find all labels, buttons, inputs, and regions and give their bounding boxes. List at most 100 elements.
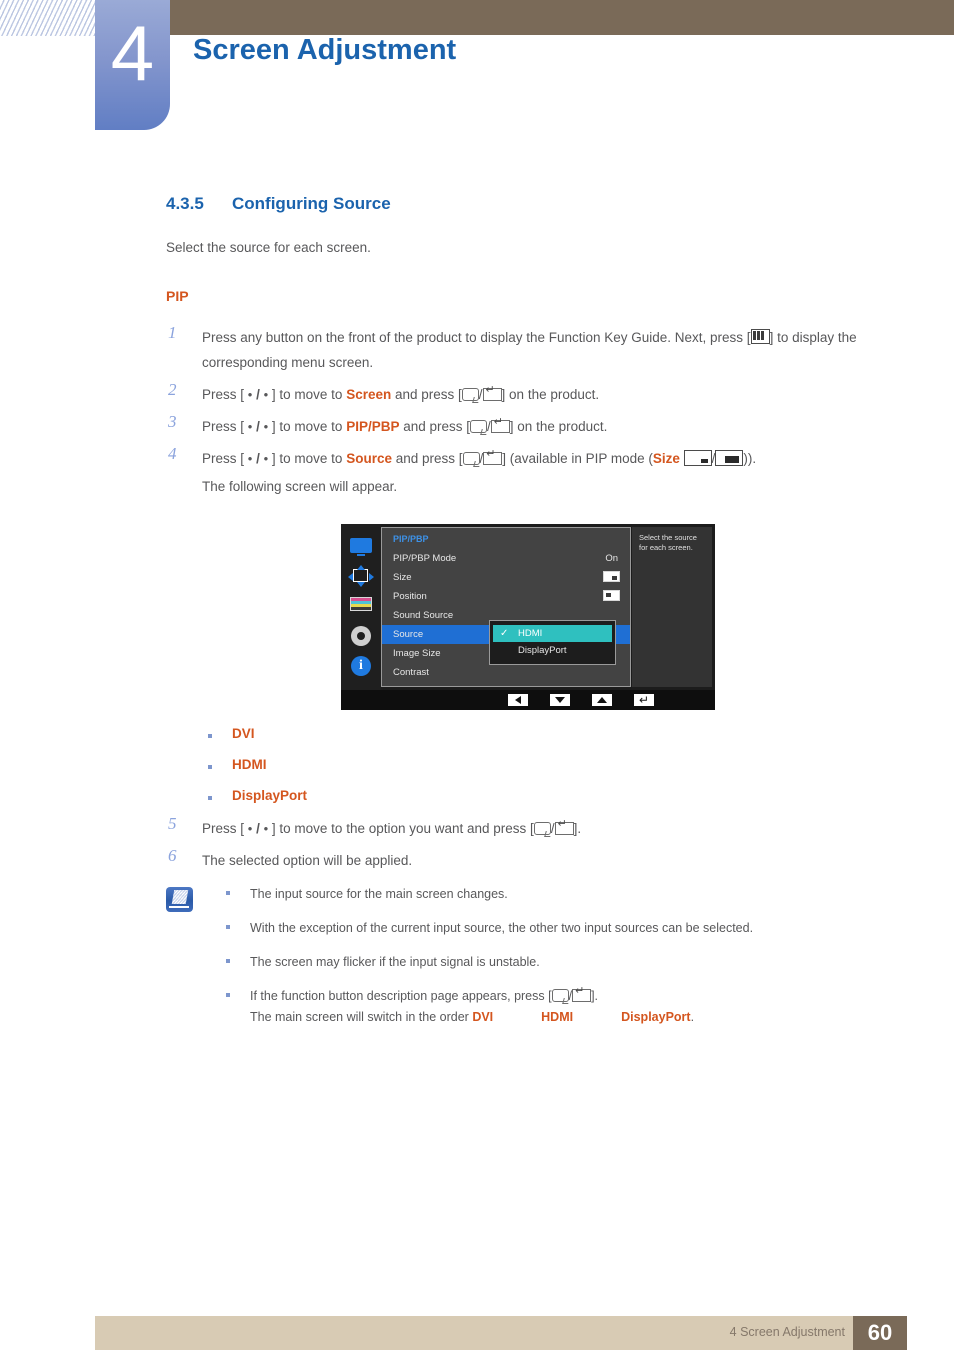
option-displayport: DisplayPort [166,788,766,819]
osd-source-submenu: ✓ HDMI DisplayPort [489,620,616,665]
step-part: ]. [573,821,582,836]
step-part: ] on the product. [509,419,608,434]
steps-list-continued: 5 Press [ • / • ] to move to the option … [166,814,896,880]
submenu-item-displayport[interactable]: DisplayPort [490,642,615,659]
step-part: and press [ [391,451,463,466]
step-part: ] on the product. [501,387,600,402]
enter-key-icon [490,417,510,433]
chapter-title: Screen Adjustment [193,34,457,66]
chapter-tab: 4 [95,0,170,130]
bullet-icon [226,993,230,997]
bullet-icon [226,959,230,963]
step-part: Press [ [202,387,248,402]
osd-row-label: Size [393,572,412,583]
step-4-subtext: The following screen will appear. [202,479,398,494]
step-text: Press [ • / • ] to move to the option yo… [202,819,582,836]
enter-key-icon [572,986,592,1002]
osd-body: i PIP/PBP PIP/PBP Mode On Size Position … [341,524,715,690]
note-text: With the exception of the current input … [250,921,754,935]
osd-screenshot: i PIP/PBP PIP/PBP Mode On Size Position … [341,524,715,710]
highlight-size: Size [652,451,680,466]
pip-position-icon[interactable] [348,563,374,589]
source-hdmi: HDMI [541,1010,574,1024]
note-text: If the function button description page … [250,986,694,1024]
step-part: ] to move to [268,387,347,402]
note-item: The screen may flicker if the input sign… [220,952,896,973]
bullet-icon [208,734,212,738]
osd-row-contrast[interactable]: Contrast [382,663,630,682]
note-icon [166,887,193,912]
bullet-icon [226,925,230,929]
option-label: HDMI [232,757,267,772]
option-hdmi: HDMI [166,757,766,788]
submenu-item-hdmi[interactable]: ✓ HDMI [493,625,612,642]
note-item-last: If the function button description page … [220,986,896,1028]
step-text: Press [ • / • ] to move to PIP/PBP and p… [202,417,608,434]
up-arrow-button[interactable] [592,694,612,706]
bullet-icon [208,765,212,769]
back-key-icon [533,822,551,835]
enter-key-icon [554,819,574,835]
page-number: 60 [853,1316,907,1350]
section-heading: 4.3.5 Configuring Source [166,194,391,214]
monitor-icon[interactable] [348,533,374,559]
osd-button-bar: ↵ [341,690,715,710]
step-1: 1 Press any button on the front of the p… [166,323,896,375]
osd-row-label: Contrast [393,667,429,678]
osd-row-value: On [605,553,618,564]
enter-button[interactable]: ↵ [634,694,654,706]
step-part: ] to move to [268,419,347,434]
highlight-screen: Screen [346,387,392,402]
osd-panel-title: PIP/PBP [393,534,429,544]
note-part: The main screen will switch in the order [250,1010,473,1024]
hatch-decoration [0,0,95,36]
footer-chapter-text: 4 Screen Adjustment [729,1325,845,1339]
down-arrow-button[interactable] [550,694,570,706]
submenu-item-label: DisplayPort [518,645,567,656]
slash-sep: / [252,821,264,836]
menu-key-icon [750,329,770,344]
steps-list: 1 Press any button on the front of the p… [166,323,896,506]
step-text-before: Press any button on the front of the pro… [202,330,751,345]
step-part: ] (available in PIP mode ( [502,451,653,466]
page-footer: 4 Screen Adjustment 60 [95,1316,907,1350]
page-header: 4 Screen Adjustment [0,0,954,140]
left-arrow-button[interactable] [508,694,528,706]
info-icon[interactable]: i [348,653,374,679]
note-item: The input source for the main screen cha… [220,884,896,905]
osd-row-label: Image Size [393,648,441,659]
step-3: 3 Press [ • / • ] to move to PIP/PBP and… [166,412,896,439]
gear-icon[interactable] [348,623,374,649]
option-label: DVI [232,726,255,741]
option-dvi: DVI [166,726,766,757]
osd-row-label: PIP/PBP Mode [393,553,457,564]
size-large-icon [715,450,744,466]
back-key-icon [470,420,488,433]
position-value-icon [603,590,620,601]
osd-row-pip-pbp-mode[interactable]: PIP/PBP Mode On [382,549,630,568]
step-part: Press [ [202,419,248,434]
header-brown-bar [170,0,954,35]
osd-row-label: Sound Source [393,610,454,621]
step-part: Press [ [202,821,248,836]
back-key-icon [462,452,480,465]
size-small-icon [683,450,712,466]
back-key-icon [551,989,569,1002]
option-label: DisplayPort [232,788,308,803]
step-number: 5 [168,814,177,833]
bullet-icon [226,891,230,895]
color-icon[interactable] [348,593,374,619]
slash-sep: / [252,387,264,402]
enter-key-icon [483,449,503,465]
subheading-pip: PIP [166,288,189,304]
note-text: The input source for the main screen cha… [250,887,508,901]
highlight-source: Source [346,451,392,466]
osd-row-position[interactable]: Position [382,587,630,606]
osd-row-size[interactable]: Size [382,568,630,587]
step-text: Press [ • / • ] to move to Source and pr… [202,449,756,466]
osd-help-text: Select the source for each screen. [632,527,712,687]
step-part: ] to move to [268,451,347,466]
step-part: Press [ [202,451,248,466]
section-intro: Select the source for each screen. [166,240,371,255]
osd-row-label: Source [393,629,424,640]
